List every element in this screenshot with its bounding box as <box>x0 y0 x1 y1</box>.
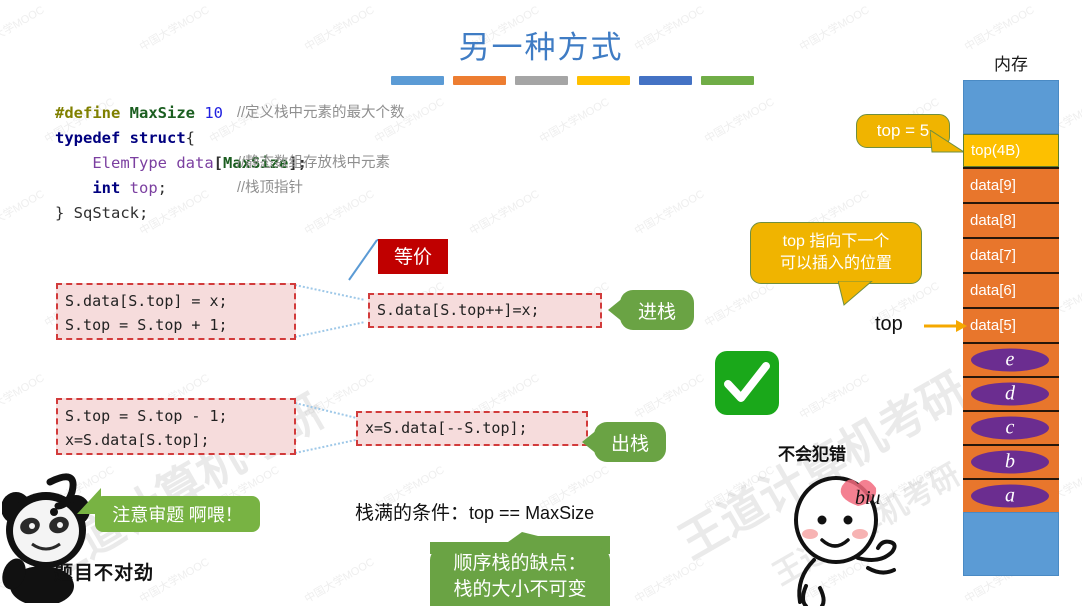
memory-cell-label: top(4B) <box>971 142 1021 159</box>
code-elemtype: ElemType <box>92 154 167 172</box>
code-maxsize-value: 10 <box>204 104 224 122</box>
comment-top: //栈顶指针 <box>237 180 304 196</box>
push-right-code: S.data[S.top++]=x; <box>368 293 602 328</box>
code-typedef-keyword: typedef <box>55 129 121 147</box>
memory-column: top(4B) data[9] data[8] data[7] data[6] data[… <box>963 80 1059 576</box>
push-left-line2: S.top = S.top + 1; <box>65 316 228 334</box>
watermark-small: 中国大学MOOC <box>702 464 777 514</box>
stack-full-condition: 栈满的条件：top == MaxSize <box>355 498 594 525</box>
watermark-small: 中国大学MOOC <box>302 556 377 606</box>
memory-element-a: a <box>971 484 1049 508</box>
callout-top-points-tail <box>838 281 873 306</box>
memory-element-d: d <box>971 382 1049 406</box>
page-title: 另一种方式 <box>458 30 624 65</box>
memory-cell-label: data[5] <box>970 317 1016 334</box>
watermark-small: 中国大学MOOC <box>537 96 612 146</box>
code-int-keyword: int <box>92 179 121 197</box>
code-semicolon: ; <box>157 179 168 197</box>
code-define-keyword: #define <box>55 104 121 122</box>
memory-element-b: b <box>971 450 1049 474</box>
biu-text: biu <box>855 487 881 509</box>
memory-element-e: e <box>971 348 1049 372</box>
memory-cell-6: data[5] <box>963 307 1059 342</box>
code-close-struct: } SqStack; <box>55 204 149 222</box>
title-bar-2 <box>453 76 506 85</box>
top-pointer-label: top <box>875 313 903 335</box>
code-top-field: top <box>129 179 158 197</box>
memory-cell-0 <box>963 80 1059 134</box>
memory-cell-8: d <box>963 376 1059 410</box>
no-mistake-label: 不会犯错 <box>778 445 846 464</box>
memory-cell-10: b <box>963 444 1059 478</box>
callout-top-points: top 指向下一个 可以插入的位置 <box>750 222 922 284</box>
callout-drawback: 顺序栈的缺点： 栈的大小不可变 <box>430 548 610 606</box>
push-connector <box>295 284 366 338</box>
watermark-small: 中国大学MOOC <box>0 372 47 422</box>
title-bar-3 <box>515 76 568 85</box>
push-badge-tail <box>608 297 624 323</box>
watermark-small: 中国大学MOOC <box>797 372 872 422</box>
memory-cell-4: data[7] <box>963 237 1059 272</box>
pop-badge: 出栈 <box>594 422 666 462</box>
code-open-brace: { <box>185 129 196 147</box>
comment-data: //静态数组存放栈中元素 <box>237 155 391 171</box>
memory-cell-9: c <box>963 410 1059 444</box>
pop-badge-tail <box>582 429 598 455</box>
callout-panda-tail <box>77 488 101 514</box>
pop-left-line1: S.top = S.top - 1; <box>65 407 228 425</box>
memory-cell-7: e <box>963 342 1059 376</box>
memory-label: 内存 <box>994 55 1028 74</box>
memory-cell-2: data[9] <box>963 167 1059 202</box>
push-badge: 进栈 <box>620 290 694 330</box>
memory-cell-label: data[8] <box>970 212 1016 229</box>
pop-right-code: x=S.data[--S.top]; <box>356 411 588 446</box>
watermark-small: 中国大学MOOC <box>702 280 777 330</box>
memory-cell-5: data[6] <box>963 272 1059 307</box>
pop-left-code: S.top = S.top - 1; x=S.data[S.top]; <box>56 398 296 455</box>
memory-element-c: c <box>971 416 1049 440</box>
panda-caption: 题目不对劲 <box>54 563 155 584</box>
code-comments: //定义栈中元素的最大个数 //静态数组存放栈中元素 //栈顶指针 <box>237 101 405 201</box>
checkmark-icon <box>715 351 779 415</box>
memory-cell-1: top(4B) <box>963 134 1059 167</box>
watermark-small: 中国大学MOOC <box>632 556 707 606</box>
memory-cell-12 <box>963 512 1059 576</box>
callout-panda: 注意审题 啊喂！ <box>95 496 260 532</box>
memory-cell-label: data[6] <box>970 282 1016 299</box>
code-data-field: data <box>176 154 214 172</box>
memory-cell-3: data[8] <box>963 202 1059 237</box>
push-left-code: S.data[S.top] = x; S.top = S.top + 1; <box>56 283 296 340</box>
top-pointer-arrow-icon <box>924 320 967 332</box>
code-lbracket: [ <box>213 154 223 172</box>
stick-figure-illustration <box>794 476 897 606</box>
watermark-small: 中国大学MOOC <box>632 188 707 238</box>
memory-cell-label: data[9] <box>970 177 1016 194</box>
code-maxsize-name: MaxSize <box>129 104 195 122</box>
watermark-small: 中国大学MOOC <box>467 188 542 238</box>
equivalence-label: 等价 <box>378 239 449 274</box>
title-color-bars <box>391 76 754 87</box>
comment-maxsize: //定义栈中元素的最大个数 <box>237 105 405 121</box>
push-left-line1: S.data[S.top] = x; <box>65 292 228 310</box>
watermark-small: 中国大学MOOC <box>0 188 47 238</box>
title-bar-6 <box>701 76 754 85</box>
title-bar-5 <box>639 76 692 85</box>
stack-full-prefix: 栈满的条件： <box>355 503 470 524</box>
watermark-small: 中国大学MOOC <box>632 372 707 422</box>
title-bar-4 <box>577 76 630 85</box>
pop-left-line2: x=S.data[S.top]; <box>65 431 210 449</box>
memory-cell-11: a <box>963 478 1059 512</box>
stack-full-expr: top == MaxSize <box>469 503 595 523</box>
title-bar-1 <box>391 76 444 85</box>
watermark-small: 中国大学MOOC <box>702 96 777 146</box>
memory-cell-label: data[7] <box>970 247 1016 264</box>
code-struct-keyword: struct <box>129 129 186 147</box>
